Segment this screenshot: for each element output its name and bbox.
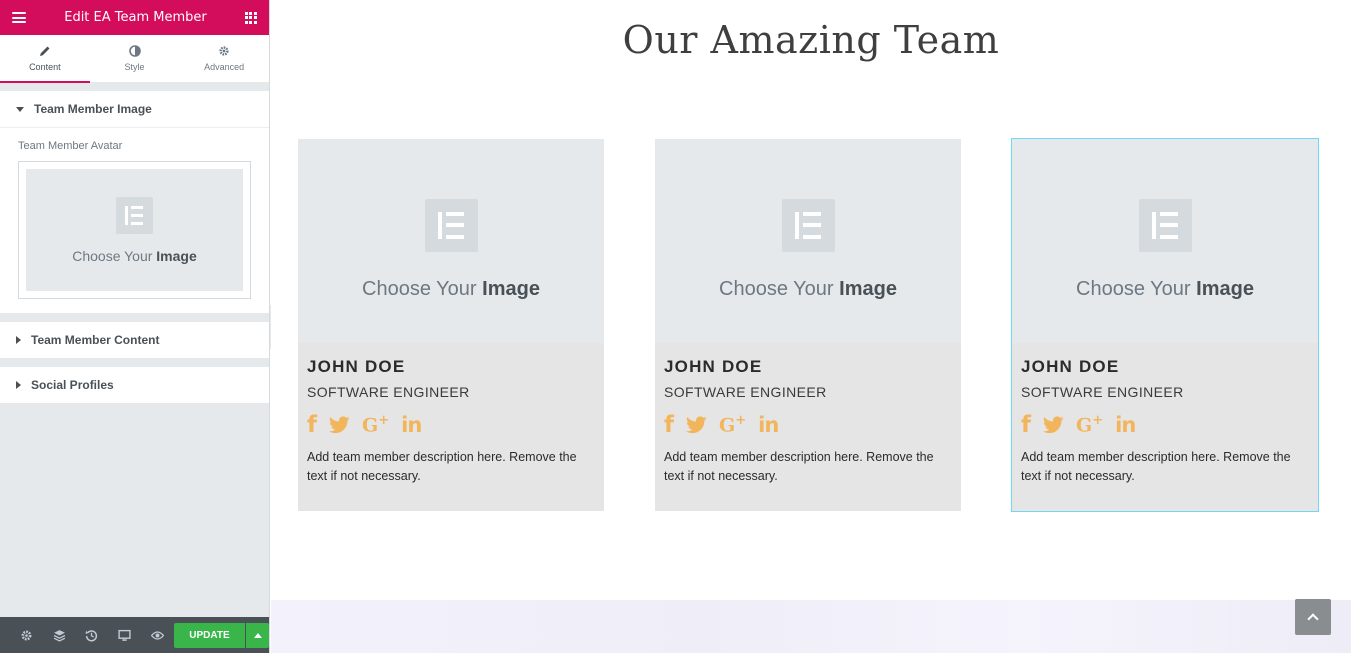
layers-icon[interactable] [43, 617, 76, 653]
app: Edit EA Team Member Content Style Advanc… [0, 0, 1351, 653]
caret-up-icon [253, 632, 262, 638]
image-placeholder-text: Choose Your Image [719, 278, 897, 301]
member-description: Add team member description here. Remove… [307, 450, 577, 483]
avatar-label: Team Member Avatar [18, 140, 123, 152]
chevron-up-icon [1307, 613, 1319, 625]
widgets-grid-icon[interactable] [244, 11, 257, 24]
linkedin-icon[interactable]: in [758, 414, 779, 436]
avatar-placeholder-text: Choose Your Image [72, 248, 197, 264]
tab-style-label: Style [124, 62, 145, 72]
pencil-icon [39, 46, 50, 56]
team-member-card[interactable]: Choose Your Image JOHN DOE SOFTWARE ENGI… [1011, 138, 1319, 512]
history-icon[interactable] [76, 617, 109, 653]
team-member-details: JOHN DOE SOFTWARE ENGINEER f G+ in Add t… [655, 343, 961, 486]
tab-content[interactable]: Content [0, 35, 90, 83]
google-plus-icon[interactable]: G+ [719, 414, 746, 435]
editor-panel: Edit EA Team Member Content Style Advanc… [0, 0, 270, 653]
settings-icon[interactable] [10, 617, 43, 653]
placeholder-prefix: Choose Your [362, 278, 483, 300]
facebook-icon[interactable]: f [307, 413, 317, 437]
update-button[interactable]: UPDATE [173, 622, 246, 648]
team-member-image[interactable]: Choose Your Image [298, 139, 604, 343]
team-member-details: JOHN DOE SOFTWARE ENGINEER f G+ in Add t… [298, 343, 604, 486]
menu-icon[interactable] [12, 12, 26, 23]
team-member-image[interactable]: Choose Your Image [655, 139, 961, 343]
section-title: Team Member Image [34, 102, 152, 116]
panel-title: Edit EA Team Member [64, 10, 207, 25]
member-role: SOFTWARE ENGINEER [307, 384, 470, 400]
member-description: Add team member description here. Remove… [1021, 450, 1291, 483]
member-role: SOFTWARE ENGINEER [664, 384, 827, 400]
panel-footer: UPDATE [0, 617, 270, 653]
linkedin-icon[interactable]: in [401, 414, 422, 436]
twitter-icon[interactable] [1043, 416, 1064, 434]
elementor-logo-icon [116, 196, 153, 234]
placeholder-bold: Image [156, 247, 197, 264]
panel-tabs: Content Style Advanced [0, 35, 269, 83]
page-title[interactable]: Our Amazing Team [271, 18, 1351, 62]
next-section-background [271, 600, 1351, 653]
team-member-card[interactable]: Choose Your Image JOHN DOE SOFTWARE ENGI… [298, 139, 604, 511]
section-title: Team Member Content [31, 333, 160, 347]
placeholder-prefix: Choose Your [72, 247, 157, 264]
social-links: f G+ in [1021, 413, 1309, 437]
facebook-icon[interactable]: f [664, 413, 674, 437]
tab-style[interactable]: Style [90, 35, 180, 82]
responsive-icon[interactable] [108, 617, 141, 653]
placeholder-bold: Image [482, 278, 540, 300]
section-team-member-image[interactable]: Team Member Image [0, 91, 269, 127]
section-team-member-image-body: Team Member Avatar Choose Your Image [0, 127, 269, 313]
elementor-logo-icon [781, 199, 835, 252]
google-plus-icon[interactable]: G+ [1076, 414, 1103, 435]
image-placeholder-text: Choose Your Image [362, 278, 540, 301]
gear-icon [219, 46, 229, 56]
twitter-icon[interactable] [686, 416, 707, 434]
linkedin-icon[interactable]: in [1115, 414, 1136, 436]
avatar-media-control[interactable]: Choose Your Image [18, 161, 251, 299]
placeholder-prefix: Choose Your [1076, 278, 1197, 300]
panel-header: Edit EA Team Member [0, 0, 269, 35]
social-links: f G+ in [307, 413, 595, 437]
elementor-logo-icon [1138, 199, 1192, 252]
tab-advanced-label: Advanced [204, 62, 245, 72]
preview-icon[interactable] [141, 617, 174, 653]
caret-right-icon [16, 336, 21, 344]
elementor-logo-icon [424, 199, 478, 252]
twitter-icon[interactable] [329, 416, 350, 434]
tab-advanced[interactable]: Advanced [179, 35, 269, 82]
google-plus-icon[interactable]: G+ [362, 414, 389, 435]
update-options-button[interactable] [246, 622, 270, 648]
member-role: SOFTWARE ENGINEER [1021, 384, 1184, 400]
caret-down-icon [16, 106, 24, 112]
placeholder-bold: Image [1196, 278, 1254, 300]
member-name: JOHN DOE [664, 357, 763, 376]
team-member-image[interactable]: Choose Your Image [1012, 139, 1318, 343]
social-links: f G+ in [664, 413, 952, 437]
member-name: JOHN DOE [307, 357, 406, 376]
preview-canvas: Our Amazing Team Choose Your Image JOHN … [271, 0, 1351, 653]
scroll-to-top-button[interactable] [1295, 599, 1331, 635]
placeholder-bold: Image [839, 278, 897, 300]
image-placeholder-text: Choose Your Image [1076, 278, 1254, 301]
tab-content-label: Content [29, 62, 61, 72]
team-member-details: JOHN DOE SOFTWARE ENGINEER f G+ in Add t… [1012, 343, 1318, 486]
placeholder-prefix: Choose Your [719, 278, 840, 300]
team-member-card[interactable]: Choose Your Image JOHN DOE SOFTWARE ENGI… [655, 139, 961, 511]
avatar-preview[interactable]: Choose Your Image [26, 169, 243, 291]
caret-right-icon [16, 381, 21, 389]
facebook-icon[interactable]: f [1021, 413, 1031, 437]
member-name: JOHN DOE [1021, 357, 1120, 376]
contrast-icon [128, 45, 141, 57]
section-social-profiles[interactable]: Social Profiles [0, 367, 269, 403]
member-description: Add team member description here. Remove… [664, 450, 934, 483]
section-title: Social Profiles [31, 378, 114, 392]
section-team-member-content[interactable]: Team Member Content [0, 322, 269, 358]
